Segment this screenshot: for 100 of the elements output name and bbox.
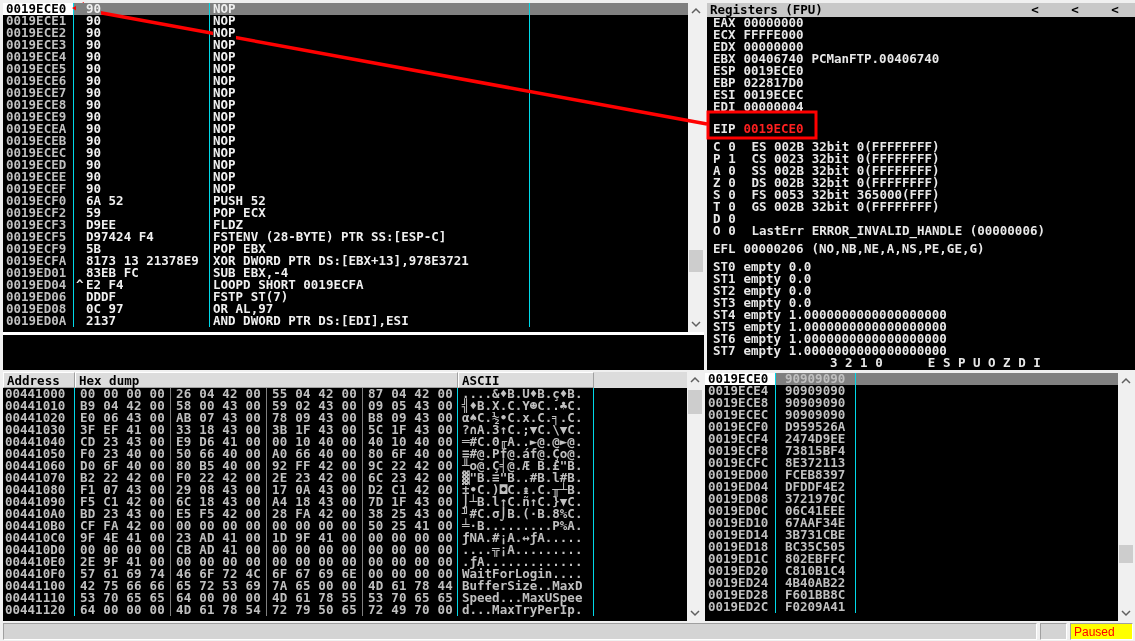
register-value[interactable]: FFFFE000 <box>743 29 804 41</box>
flag-value[interactable]: 0 <box>728 225 736 237</box>
stack-row[interactable]: 0019ECE0 90909090 <box>705 373 1118 385</box>
stack-row[interactable]: 0019ED08 3721970C <box>705 493 1118 505</box>
register-value[interactable]: 1.0000000000000000000 <box>788 321 947 333</box>
chevron-down-icon[interactable] <box>1121 609 1131 617</box>
flag-value[interactable]: 0 <box>728 201 736 213</box>
hex-bytes: B8 09 43 00 <box>367 412 454 424</box>
value-cell: 4B40AB22 <box>776 577 856 589</box>
register-value[interactable]: 1.0000000000000000000 <box>788 345 947 357</box>
flag-value[interactable]: 1 <box>728 153 736 165</box>
register-value[interactable]: 0.0 <box>788 261 812 273</box>
stack-row[interactable]: 0019ED20 C810B1C4 <box>705 565 1118 577</box>
code-row[interactable]: 0019ECF2 59 POP ECX <box>3 207 688 219</box>
register-value[interactable]: 0.0 <box>788 297 812 309</box>
register-value[interactable]: 0019ECE0 <box>743 123 804 135</box>
address-cell: 0019ECEC <box>3 147 74 159</box>
register-value[interactable]: 00000000 <box>743 17 804 29</box>
stack-row[interactable]: 0019ECE4 90909090 <box>705 385 1118 397</box>
register-value[interactable]: 0019ECE0 <box>743 65 804 77</box>
register-value[interactable]: 1.0000000000000000000 <box>788 309 947 321</box>
chevron-up-icon[interactable] <box>1121 377 1131 385</box>
chevron-up-icon[interactable] <box>690 376 700 384</box>
hex-bytes: 7A 65 00 00 <box>267 580 363 592</box>
command-cell: OR AL,97 <box>213 303 274 315</box>
register-value[interactable]: 1.0000000000000000000 <box>788 333 947 345</box>
stack-row[interactable]: 0019ECE8 90909090 <box>705 397 1118 409</box>
register-value[interactable]: 0.0 <box>788 273 812 285</box>
hex-bytes: 50 25 41 00 <box>367 520 454 532</box>
register-name: ST2 <box>713 285 736 297</box>
column-header[interactable]: Address <box>3 372 75 388</box>
flag-value[interactable]: 0 <box>728 141 736 153</box>
address-cell: 0019ECE1 <box>3 15 74 27</box>
address-cell: 00441040 <box>3 436 75 448</box>
register-value[interactable]: 0.0 <box>788 285 812 297</box>
stack-row[interactable]: 0019ED2C F0209A41 <box>705 601 1118 613</box>
code-row[interactable]: 0019ECF5 D97424 F4 FSTENV (28-BYTE) PTR SS:[ESP-C] <box>3 231 688 243</box>
hex-bytes: 00 00 00 00 <box>75 388 171 400</box>
chevron-down-icon[interactable] <box>690 609 700 617</box>
address-cell: 0019ECEE <box>3 171 74 183</box>
register-value[interactable]: 022817D0 <box>743 77 804 89</box>
stack-row[interactable]: 0019ED1C 802EBFFC <box>705 553 1118 565</box>
collapse-button[interactable]: < <box>1015 3 1055 17</box>
stack-row[interactable]: 0019ED24 4B40AB22 <box>705 577 1118 589</box>
collapse-button[interactable]: < <box>1055 3 1095 17</box>
stack-row[interactable]: 0019ED0C 06C41EEE <box>705 505 1118 517</box>
stack-row[interactable]: 0019ECEC 90909090 <box>705 409 1118 421</box>
stack-row[interactable]: 0019ED18 BC35C505 <box>705 541 1118 553</box>
hex-bytes: 80 6F 40 00 <box>367 448 454 460</box>
address-cell: 0019ECF8 <box>705 445 776 457</box>
register-value[interactable]: 00000206 <box>743 243 804 255</box>
code-row[interactable]: 0019ED04 ^ E2 F4 LOOPD SHORT 0019ECFA <box>3 279 688 291</box>
stack-row[interactable]: 0019ED14 3B731CBE <box>705 529 1118 541</box>
address-cell: 0019ECE3 <box>3 39 74 51</box>
address-cell: 0019ED00 <box>705 469 776 481</box>
stack-row[interactable]: 0019ED10 67AAF34E <box>705 517 1118 529</box>
scroll-thumb[interactable] <box>1119 545 1133 563</box>
column-header[interactable]: Hex dump <box>75 372 458 388</box>
hex-bytes: 53 70 65 65 <box>75 592 171 604</box>
hex-bytes: 78 09 43 00 <box>267 412 363 424</box>
stack-row[interactable]: 0019ECFC 8E372113 <box>705 457 1118 469</box>
hex-bytes: BD 23 43 00 <box>75 508 171 520</box>
command-cell: SUB EBX,-4 <box>213 267 289 279</box>
code-row[interactable]: 0019ED0A 2137 AND DWORD PTR DS:[EDI],ESI <box>3 315 688 327</box>
chevron-up-icon[interactable] <box>691 7 701 15</box>
address-cell: 0019ECF2 <box>3 207 74 219</box>
status-bits-header: 3 2 1 0 E S P U O Z D I <box>830 357 1041 369</box>
column-header[interactable]: ASCII <box>458 372 594 388</box>
stack-row[interactable]: 0019ED04 DFDDF4E2 <box>705 481 1118 493</box>
flag-value[interactable]: 0 <box>728 213 736 225</box>
scroll-thumb[interactable] <box>688 390 702 414</box>
stack-row[interactable]: 0019ECF8 73815BF4 <box>705 445 1118 457</box>
code-row[interactable]: 0019ECFA 8173 13 21378E9 XOR DWORD PTR DS:[EBX+13],978E3721 <box>3 255 688 267</box>
ascii-cell: d...MaxTryPerIp. <box>458 604 594 616</box>
scroll-thumb[interactable] <box>689 250 703 272</box>
flag-value[interactable]: 0 <box>728 189 736 201</box>
register-value[interactable]: 00000004 <box>743 101 804 113</box>
hex-bytes: 87 04 42 00 <box>367 388 454 400</box>
chevron-down-icon[interactable] <box>691 320 701 328</box>
register-value[interactable]: 00000000 <box>743 41 804 53</box>
collapse-button[interactable]: < <box>1095 3 1135 17</box>
register-value[interactable]: 00406740 <box>743 53 804 65</box>
hex-bytes: 00 10 40 00 <box>267 436 363 448</box>
command-cell: NOP <box>213 147 236 159</box>
stack-row[interactable]: 0019ECF4 2474D9EE <box>705 433 1118 445</box>
code-row[interactable]: 0019ECF0 6A 52 PUSH 52 <box>3 195 688 207</box>
hex-bytes: 3F EF 41 00 <box>75 424 171 436</box>
code-row[interactable]: 0019ECE0 90 NOP <box>3 3 688 15</box>
stack-row[interactable]: 0019ECF0 D959526A <box>705 421 1118 433</box>
stack-row[interactable]: 0019ED00 FCEB8397 <box>705 469 1118 481</box>
value-cell: 3B731CBE <box>776 529 856 541</box>
register-value[interactable]: 0019ECEC <box>743 89 804 101</box>
flag-value[interactable]: 0 <box>728 165 736 177</box>
command-cell: AND DWORD PTR DS:[EDI],ESI <box>213 315 409 327</box>
hex-bytes: 00 00 00 00 <box>367 568 454 580</box>
flag-value[interactable]: 0 <box>728 177 736 189</box>
address-cell: 0019ECE4 <box>3 51 74 63</box>
hex-bytes: 59 02 43 00 <box>267 400 363 412</box>
stack-row[interactable]: 0019ED28 F601BB8C <box>705 589 1118 601</box>
register-name: ST6 <box>713 333 736 345</box>
